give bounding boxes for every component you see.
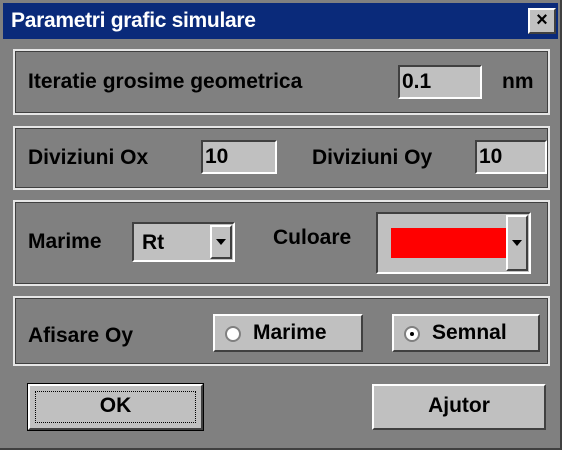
iteration-unit: nm	[502, 70, 534, 93]
ox-label: Diviziuni Ox	[28, 146, 149, 169]
size-dropdown[interactable]: Rt	[132, 222, 235, 262]
radio-marime-indicator	[225, 326, 241, 342]
chevron-down-icon	[512, 240, 522, 246]
ox-value: 10	[205, 145, 229, 168]
iteration-input[interactable]: 0.1	[398, 65, 482, 99]
color-label: Culoare	[273, 226, 352, 249]
radio-semnal-indicator	[404, 326, 420, 342]
size-dropdown-arrow[interactable]	[210, 225, 232, 259]
appearance-group: Marime Rt Culoare	[13, 200, 550, 286]
color-swatch	[391, 228, 508, 258]
help-button-label: Ajutor	[428, 394, 490, 417]
oy-value: 10	[479, 145, 503, 168]
ok-button-label: OK	[99, 394, 132, 417]
close-icon: ×	[536, 9, 548, 31]
radio-semnal[interactable]: Semnal	[392, 314, 540, 352]
close-button[interactable]: ×	[528, 8, 556, 34]
ok-button[interactable]: OK	[27, 383, 204, 431]
title-bar[interactable]: Parametri grafic simulare ×	[3, 3, 558, 39]
oy-label: Diviziuni Oy	[312, 146, 433, 169]
radio-marime-label: Marime	[253, 321, 327, 344]
size-selected-value: Rt	[142, 231, 165, 254]
radio-marime[interactable]: Marime	[213, 314, 363, 352]
divisions-group: Diviziuni Ox 10 Diviziuni Oy 10	[13, 126, 550, 190]
iteration-label: Iteratie grosime geometrica	[28, 70, 303, 93]
help-button[interactable]: Ajutor	[372, 384, 546, 430]
display-oy-group: Afisare Oy Marime Semnal	[13, 296, 550, 366]
radio-semnal-label: Semnal	[432, 321, 507, 344]
dialog-window: Parametri grafic simulare × Iteratie gro…	[0, 0, 562, 450]
iteration-value: 0.1	[402, 70, 432, 93]
window-title: Parametri grafic simulare	[11, 9, 256, 32]
color-dropdown[interactable]	[376, 212, 531, 274]
chevron-down-icon	[216, 239, 226, 245]
display-oy-label: Afisare Oy	[28, 324, 134, 347]
size-label: Marime	[28, 230, 102, 253]
ox-input[interactable]: 10	[201, 140, 277, 174]
oy-input[interactable]: 10	[475, 140, 547, 174]
iteration-group: Iteratie grosime geometrica 0.1 nm	[13, 49, 550, 115]
color-dropdown-arrow[interactable]	[506, 215, 528, 271]
